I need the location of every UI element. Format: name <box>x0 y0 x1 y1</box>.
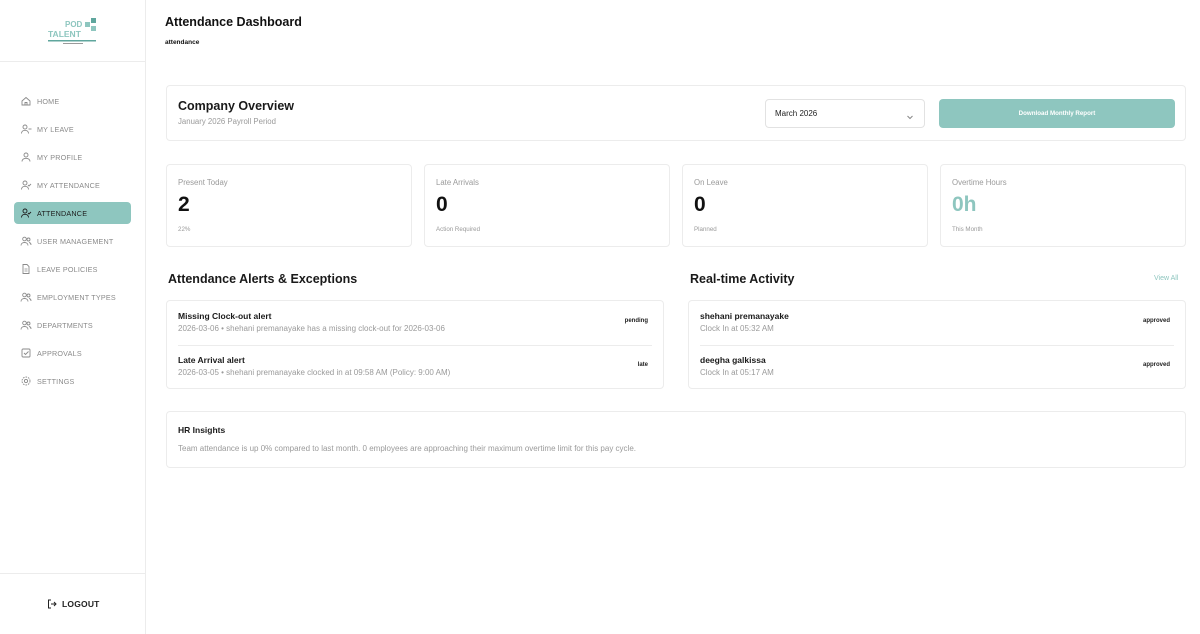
sidebar-item-label: LEAVE POLICIES <box>37 264 98 274</box>
company-overview-card: Company Overview January 2026 Payroll Pe… <box>166 85 1186 141</box>
list-item[interactable]: shehani premanayake Clock In at 05:32 AM… <box>689 301 1185 345</box>
stat-label: Late Arrivals <box>436 178 479 187</box>
activity-user: shehani premanayake <box>700 311 789 321</box>
user-icon <box>20 151 32 163</box>
svg-text:TALENT: TALENT <box>48 29 82 39</box>
stat-card-on-leave: On Leave 0 Planned <box>682 164 928 247</box>
sidebar-item-label: APPROVALS <box>37 348 82 358</box>
sidebar-item-employment-types[interactable]: EMPLOYMENT TYPES <box>14 286 131 308</box>
download-report-label: Download Monthly Report <box>1018 110 1096 117</box>
list-item[interactable]: Late Arrival alert 2026-03-05 • shehani … <box>167 345 663 389</box>
page-title: Attendance Dashboard <box>165 15 302 29</box>
activity-user: deegha galkissa <box>700 355 766 365</box>
sidebar-item-my-attendance[interactable]: MY ATTENDANCE <box>14 174 131 196</box>
chevron-down-icon <box>905 109 915 120</box>
list-item[interactable]: deegha galkissa Clock In at 05:17 AM app… <box>689 345 1185 389</box>
sidebar-item-my-profile[interactable]: MY PROFILE <box>14 146 131 168</box>
users-icon <box>20 291 32 303</box>
activity-section-title: Real-time Activity <box>690 272 795 286</box>
users-icon <box>20 235 32 247</box>
stat-card-overtime-hours: Overtime Hours 0h This Month <box>940 164 1186 247</box>
sidebar-item-departments[interactable]: DEPARTMENTS <box>14 314 131 336</box>
sidebar-nav: HOME MY LEAVE MY PROFILE MY ATTENDANCE ATTEN… <box>14 90 131 398</box>
sidebar-item-leave-policies[interactable]: LEAVE POLICIES <box>14 258 131 280</box>
sidebar-item-label: ATTENDANCE <box>37 208 88 218</box>
pod-talent-logo: POD TALENT <box>48 17 96 44</box>
alert-description: 2026-03-05 • shehani premanayake clocked… <box>178 368 451 377</box>
sidebar-item-label: MY ATTENDANCE <box>37 180 101 190</box>
check-square-icon <box>20 347 32 359</box>
sidebar-item-approvals[interactable]: APPROVALS <box>14 342 131 364</box>
sidebar-item-my-leave[interactable]: MY LEAVE <box>14 118 131 140</box>
alert-title: Late Arrival alert <box>178 355 245 365</box>
stat-value: 0 <box>436 193 448 216</box>
hr-insights-card: HR Insights Team attendance is up 0% com… <box>166 411 1186 468</box>
month-select-value: March 2026 <box>775 109 818 118</box>
stat-footnote: 22% <box>178 226 191 233</box>
sidebar-item-label: USER MANAGEMENT <box>37 236 114 246</box>
sidebar-item-label: HOME <box>37 96 60 106</box>
status-badge: late <box>637 362 648 368</box>
month-select[interactable]: March 2026 <box>765 99 925 128</box>
stat-value: 0h <box>952 193 977 216</box>
page-subtitle: attendance <box>165 39 200 46</box>
stat-label: On Leave <box>694 178 728 187</box>
activity-card: shehani premanayake Clock In at 05:32 AM… <box>688 300 1186 389</box>
status-badge: approved <box>1142 362 1170 368</box>
stat-footnote: Planned <box>694 226 717 233</box>
sidebar-item-home[interactable]: HOME <box>14 90 131 112</box>
logout-label: LOGOUT <box>62 599 100 609</box>
sidebar: POD TALENT HOME MY LEAVE MY PROFILE MY ATTE… <box>0 0 146 634</box>
svg-text:POD: POD <box>65 20 83 29</box>
stat-value: 0 <box>694 193 706 216</box>
sidebar-item-label: SETTINGS <box>37 376 75 386</box>
users-icon <box>20 319 32 331</box>
stat-footnote: Action Required <box>436 226 481 233</box>
sidebar-item-label: MY LEAVE <box>37 124 74 134</box>
hr-insights-text: Team attendance is up 0% compared to las… <box>178 444 636 453</box>
logout-button[interactable]: LOGOUT <box>46 598 100 610</box>
list-item[interactable]: Missing Clock-out alert 2026-03-06 • she… <box>167 301 663 345</box>
sidebar-item-label: MY PROFILE <box>37 152 83 162</box>
sidebar-item-user-management[interactable]: USER MANAGEMENT <box>14 230 131 252</box>
activity-description: Clock In at 05:17 AM <box>700 368 774 377</box>
sidebar-item-label: DEPARTMENTS <box>37 320 93 330</box>
overview-subtitle: January 2026 Payroll Period <box>178 117 276 126</box>
brand-logo[interactable]: POD TALENT <box>0 0 146 62</box>
overview-title: Company Overview <box>178 99 295 113</box>
hr-insights-title: HR Insights <box>178 425 226 435</box>
sidebar-item-settings[interactable]: SETTINGS <box>14 370 131 392</box>
user-check-icon <box>20 179 32 191</box>
logout-icon <box>46 598 58 610</box>
user-minus-icon <box>20 123 32 135</box>
stat-card-present-today: Present Today 2 22% <box>166 164 412 247</box>
alert-description: 2026-03-06 • shehani premanayake has a m… <box>178 324 445 333</box>
stat-label: Present Today <box>178 178 228 187</box>
stat-label: Overtime Hours <box>952 178 1007 187</box>
document-icon <box>20 263 32 275</box>
gear-icon <box>20 375 32 387</box>
stat-card-late-arrivals: Late Arrivals 0 Action Required <box>424 164 670 247</box>
alerts-card: Missing Clock-out alert 2026-03-06 • she… <box>166 300 664 389</box>
home-icon <box>20 95 32 107</box>
sidebar-item-attendance[interactable]: ATTENDANCE <box>14 202 131 224</box>
stat-value: 2 <box>178 193 190 216</box>
download-report-button[interactable]: Download Monthly Report <box>939 99 1175 128</box>
view-all-link[interactable]: View All <box>1154 275 1178 282</box>
status-badge: pending <box>624 318 648 324</box>
status-badge: approved <box>1142 318 1170 324</box>
user-check-icon <box>20 207 32 219</box>
alert-title: Missing Clock-out alert <box>178 311 272 321</box>
stat-footnote: This Month <box>952 226 983 233</box>
sidebar-item-label: EMPLOYMENT TYPES <box>37 292 116 302</box>
alerts-section-title: Attendance Alerts & Exceptions <box>168 272 358 286</box>
activity-description: Clock In at 05:32 AM <box>700 324 774 333</box>
